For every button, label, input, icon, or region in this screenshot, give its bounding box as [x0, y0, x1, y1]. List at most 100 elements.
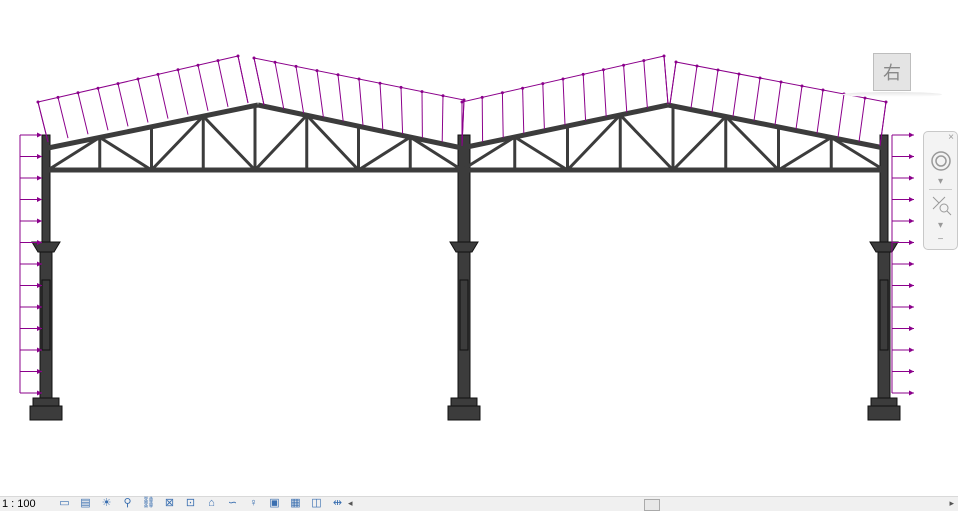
- arrowhead: [909, 219, 914, 224]
- arrowhead: [501, 91, 504, 94]
- arrowhead: [197, 64, 200, 67]
- roof-load-arrow: [796, 86, 802, 129]
- arrowhead: [696, 65, 699, 68]
- arrowhead: [822, 89, 825, 92]
- temporary-view-properties-icon[interactable]: ▣: [266, 497, 283, 510]
- close-icon[interactable]: ×: [924, 132, 954, 143]
- roof-load-arrow: [523, 88, 524, 133]
- arrowhead: [759, 77, 762, 80]
- viewcube[interactable]: 右: [873, 53, 911, 91]
- view-control-bar: 1 : 100 ▭ ▤ ☀ ⚲ ⛓ ⊠ ⊡ ⌂ ∽ ♀ ▣ ▦ ◫ ⇹ ◂ ▸: [0, 496, 958, 511]
- roof-load-arrow: [442, 96, 443, 142]
- viewcube-compass: [842, 92, 942, 97]
- roof-load-arrow: [296, 66, 304, 113]
- roof-load-arrow: [338, 75, 343, 122]
- detail-level-icon[interactable]: ▭: [56, 497, 73, 510]
- chevron-down-icon[interactable]: ▾: [924, 176, 957, 187]
- arrowhead: [358, 78, 361, 81]
- arrowhead: [909, 154, 914, 159]
- roof-load-arrow: [158, 74, 168, 118]
- arrowhead: [400, 86, 403, 89]
- view-scale[interactable]: 1 : 100: [2, 498, 36, 510]
- arrowhead: [37, 219, 42, 224]
- arrowhead: [909, 262, 914, 267]
- navigation-bar: × ▾ ▾ −: [923, 131, 958, 250]
- reveal-constraints-icon[interactable]: ⇹: [329, 497, 346, 510]
- arrowhead: [675, 61, 678, 64]
- roof-load-arrow: [670, 62, 676, 104]
- roof-load-arrow: [775, 82, 781, 125]
- render-icon[interactable]: ⛓: [140, 497, 157, 510]
- highlight-displacement-icon[interactable]: ◫: [308, 497, 325, 510]
- crop-view-icon[interactable]: ⊠: [161, 497, 178, 510]
- roof-load-arrow: [712, 70, 718, 112]
- unlock-3d-icon[interactable]: ⌂: [203, 497, 220, 510]
- show-analytical-model-icon[interactable]: ▦: [287, 497, 304, 510]
- arrowhead: [177, 68, 180, 71]
- sun-path-off-icon[interactable]: ☀: [98, 497, 115, 510]
- column-bracket: [870, 242, 898, 252]
- truss-diagonal: [515, 137, 568, 170]
- roof-load-arrow: [733, 74, 739, 117]
- arrowhead: [37, 154, 42, 159]
- temporary-hide-icon[interactable]: ∽: [224, 497, 241, 510]
- scroll-left-icon[interactable]: ◂: [348, 498, 353, 509]
- column-base: [451, 398, 477, 406]
- arrowhead: [562, 78, 565, 81]
- arrowhead: [137, 78, 140, 81]
- truss-top-chord: [462, 105, 668, 148]
- base-plate: [868, 406, 900, 420]
- roof-load-arrow: [817, 90, 823, 133]
- arrowhead: [157, 73, 160, 76]
- scroll-right-icon[interactable]: ▸: [949, 498, 954, 509]
- arrowhead: [461, 101, 464, 104]
- arrowhead: [442, 94, 445, 97]
- zoom-region-icon[interactable]: [924, 194, 957, 219]
- visual-style-icon[interactable]: ▤: [77, 497, 94, 510]
- column-bracket: [450, 242, 478, 252]
- arrowhead: [602, 68, 605, 71]
- show-crop-icon[interactable]: ⊡: [182, 497, 199, 510]
- minimize-icon[interactable]: −: [924, 234, 957, 245]
- roof-load-arrow: [543, 84, 545, 130]
- arrowhead: [642, 59, 645, 62]
- arrowhead: [885, 101, 888, 104]
- arrowhead: [97, 87, 100, 90]
- arrowhead: [909, 391, 914, 396]
- arrowhead: [37, 176, 42, 181]
- arrowhead: [521, 87, 524, 90]
- drawing-canvas[interactable]: [0, 0, 958, 496]
- roof-load-arrow: [178, 70, 188, 115]
- column-bracket: [32, 242, 60, 252]
- shadows-off-icon[interactable]: ⚲: [119, 497, 136, 510]
- roof-load-arrow: [198, 65, 208, 111]
- roof-load-arrow: [603, 70, 606, 117]
- truss-diagonal: [779, 137, 832, 170]
- chevron-down-icon[interactable]: ▾: [924, 220, 957, 231]
- roof-load-arrow: [359, 79, 363, 126]
- reveal-hidden-icon[interactable]: ♀: [245, 497, 262, 510]
- roof-load-arrow: [624, 65, 627, 112]
- arrowhead: [909, 176, 914, 181]
- arrowhead: [379, 82, 382, 85]
- viewcube-face-label: 右: [883, 59, 901, 85]
- arrowhead: [316, 69, 319, 72]
- arrowhead: [738, 73, 741, 76]
- base-plate: [30, 406, 62, 420]
- roof-load-arrow: [254, 58, 264, 105]
- arrowhead: [421, 90, 424, 93]
- horizontal-scrollbar[interactable]: ◂ ▸: [348, 498, 958, 510]
- base-plate: [448, 406, 480, 420]
- arrowhead: [117, 82, 120, 85]
- arrowhead: [864, 97, 867, 100]
- roof-load-arrow: [98, 88, 108, 130]
- steering-wheel-icon[interactable]: [924, 150, 957, 175]
- roof-load-arrow: [238, 56, 248, 103]
- arrowhead: [909, 326, 914, 331]
- scrollbar-thumb[interactable]: [644, 499, 660, 511]
- roof-load-arrow: [58, 97, 68, 138]
- arrowhead: [909, 305, 914, 310]
- arrowhead: [909, 133, 914, 138]
- arrowhead: [909, 369, 914, 374]
- column-base: [871, 398, 897, 406]
